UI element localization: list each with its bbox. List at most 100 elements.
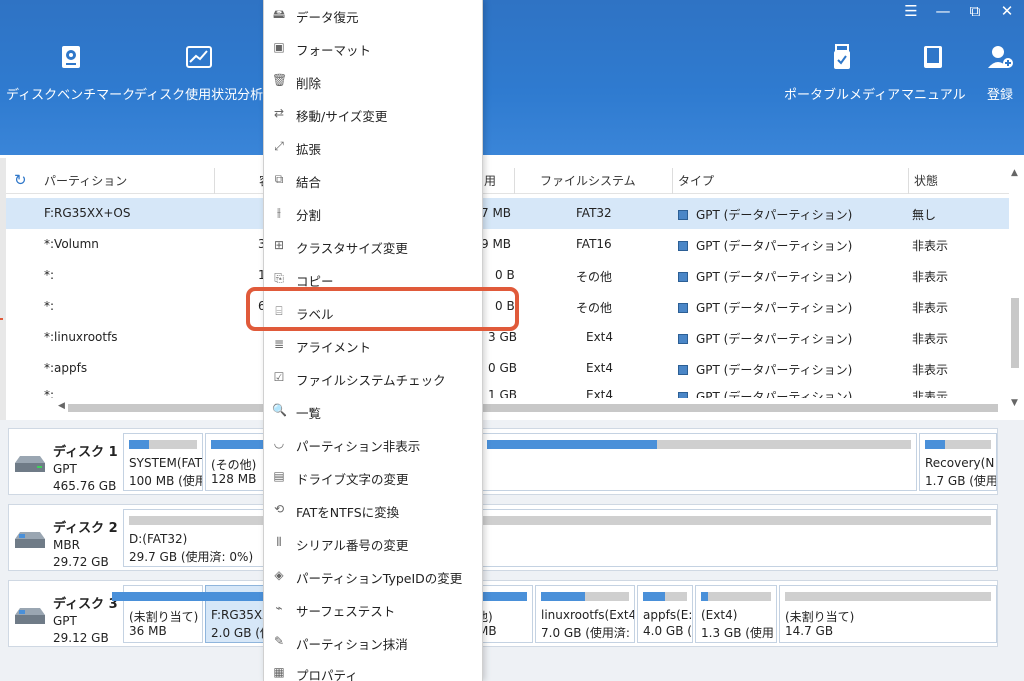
header-status[interactable]: 状態 [914,172,938,189]
disk-benchmark-button[interactable]: ディスクベンチマーク [6,44,135,103]
partition-size: 1.7 GB (使用 [925,474,997,488]
disk-1[interactable]: ディスク 1 GPT 465.76 GB SYSTEM(FAT 100 MB (… [8,428,998,495]
menu-item-cluster-size[interactable]: ⊞ クラスタサイズ変更 [264,231,482,261]
disk-3[interactable]: ディスク 3 GPT 29.12 GB (未割り当て) 36 MB F:RG35… [8,580,998,647]
column-divider[interactable] [514,168,515,194]
disk-2[interactable]: ディスク 2 MBR 29.72 GB D:(FAT32) 29.7 GB (使… [8,504,998,571]
edge-mark [0,318,3,320]
disk-type: GPT [53,462,77,476]
partition-label: (未割り当て) [785,610,855,624]
partition-name: *:linuxrootfs [44,330,118,344]
header-filesystem[interactable]: ファイルシステム [540,172,636,189]
column-divider[interactable] [908,168,909,194]
menu-item-hide-partition[interactable]: ◡ パーティション非表示 [264,429,482,459]
menu-item-alignment[interactable]: ≣ アライメント [264,330,482,360]
partition-filesystem: Ext4 [586,388,614,398]
menu-icon[interactable]: ☰ [902,2,920,20]
partition-used: 9 MB [481,237,512,251]
partition-type: GPT (データパーティション) [678,206,852,223]
menu-item-wipe-partition[interactable]: ✎ パーティション抹消 [264,627,482,657]
partition-size: 100 MB (使用 [129,474,203,488]
menu-item-format[interactable]: ▣ フォーマット [264,33,482,63]
scrollbar-thumb[interactable] [68,404,998,412]
column-divider[interactable] [214,168,215,194]
partition-status: 非表示 [912,390,949,398]
partition-block[interactable]: D:(FAT32) 29.7 GB (使用済: 0%) [123,509,997,567]
partition-block[interactable]: appfs(E: 4.0 GB ( [637,585,693,643]
table-row[interactable]: *: 1 GB Ext4 GPT (データパーティション) 非表示 [6,384,1009,398]
partition-status: 無し [912,208,937,222]
scrollbar-thumb[interactable] [1011,298,1019,368]
menu-item-change-drive-letter[interactable]: ▤ ドライブ文字の変更 [264,462,482,492]
partition-filesystem: FAT32 [576,206,612,220]
refresh-icon[interactable]: ↻ [14,171,27,189]
menu-item-change-serial[interactable]: ⦀ シリアル番号の変更 [264,528,482,558]
column-divider[interactable] [672,168,673,194]
extend-icon: ⤢ [274,139,284,153]
disk-usage-analysis-button[interactable]: ディスク使用状況分析 [134,44,263,103]
partition-block[interactable]: SYSTEM(FAT 100 MB (使用 [123,433,203,491]
table-row[interactable]: *:Volumn 3. 9 MB FAT16 GPT (データパーティション) … [6,229,1009,260]
partition-filesystem: Ext4 [586,361,614,375]
horizontal-scrollbar[interactable]: ◀ [58,401,1012,413]
vertical-scrollbar[interactable]: ▲ ▼ [1009,168,1021,418]
table-row[interactable]: F:RG35XX+OS 7 MB FAT32 GPT (データパーティション) … [6,198,1009,229]
usb-disk-icon [15,532,45,548]
partition-size: 36 MB [129,624,167,638]
partition-block[interactable] [481,433,917,491]
scroll-down-icon[interactable]: ▼ [1011,398,1018,408]
header-type[interactable]: タイプ [678,172,714,189]
partition-type-icon [678,303,688,313]
menu-item-filesystem-check[interactable]: ☑ ファイルシステムチェック [264,363,482,393]
partition-type-icon [678,334,688,344]
usage-bar [129,440,197,449]
minimize-icon[interactable]: — [934,2,952,20]
menu-item-convert-fat-ntfs[interactable]: ⟲ FATをNTFSに変換 [264,495,482,525]
table-row[interactable]: *:appfs 0 GB Ext4 GPT (データパーティション) 非表示 [6,353,1009,384]
partition-block[interactable]: (Ext4) 1.3 GB (使用 [695,585,777,643]
close-icon[interactable]: ✕ [998,2,1016,20]
partition-size: 128 MB [211,472,257,486]
menu-item-surface-test[interactable]: ⌁ サーフェステスト [264,594,482,624]
partition-block[interactable]: (未割り当て) 14.7 GB [779,585,997,643]
hard-disk-icon [15,456,45,472]
disk-size: 29.72 GB [53,555,109,569]
usage-bar [211,440,263,449]
menu-item-properties[interactable]: ▦ プロパティ [264,658,482,681]
manual-button[interactable]: マニュアル [901,44,966,103]
partition-block[interactable]: Recovery(N 1.7 GB (使用 [919,433,997,491]
header-partition[interactable]: パーティション [44,172,127,189]
scroll-up-icon[interactable]: ▲ [1011,168,1018,178]
menu-item-delete[interactable]: 🗑 削除 [264,66,482,96]
portable-media-button[interactable]: ポータブルメディア [784,44,900,103]
register-label: 登録 [987,88,1014,103]
usage-bar [785,592,991,601]
menu-item-extend[interactable]: ⤢ 拡張 [264,132,482,162]
restore-icon[interactable]: ⧉ [966,2,984,20]
partition-label: linuxrootfs(Ext4 [541,608,635,622]
scroll-left-icon[interactable]: ◀ [58,401,65,411]
menu-item-data-recovery[interactable]: 🖴 データ復元 [264,0,482,30]
menu-item-split[interactable]: ⫲ 分割 [264,198,482,228]
split-icon: ⫲ [277,205,281,219]
header-used[interactable]: 用 [484,172,496,189]
disk-name: ディスク 1 [53,445,118,460]
register-button[interactable]: 登録 [987,44,1013,103]
partition-filesystem: FAT16 [576,237,612,251]
portable-media-icon [829,44,855,70]
partition-filesystem: その他 [576,270,613,284]
context-menu: 🖴 データ復元 ▣ フォーマット 🗑 削除 ⇄ 移動/サイズ変更 ⤢ 拡張 ⧉ 結合 ⫲ 分割… [263,0,483,681]
partition-size: 14.7 GB [785,624,834,638]
partition-block[interactable]: (その他) 128 MB [205,433,269,491]
partition-type-icon [678,272,688,282]
disk-name: ディスク 2 [53,521,118,536]
alignment-icon: ≣ [273,337,285,351]
resize-icon: ⇄ [273,106,285,120]
menu-item-merge[interactable]: ⧉ 結合 [264,165,482,195]
menu-item-resize[interactable]: ⇄ 移動/サイズ変更 [264,99,482,129]
menu-item-change-typeid[interactable]: ◈ パーティションTypeIDの変更 [264,561,482,591]
partition-used: 7 MB [481,206,512,220]
search-icon: 🔍 [272,403,287,417]
menu-item-explore[interactable]: 🔍 一覧 [264,396,482,426]
partition-block[interactable]: linuxrootfs(Ext4 7.0 GB (使用済: [535,585,635,643]
